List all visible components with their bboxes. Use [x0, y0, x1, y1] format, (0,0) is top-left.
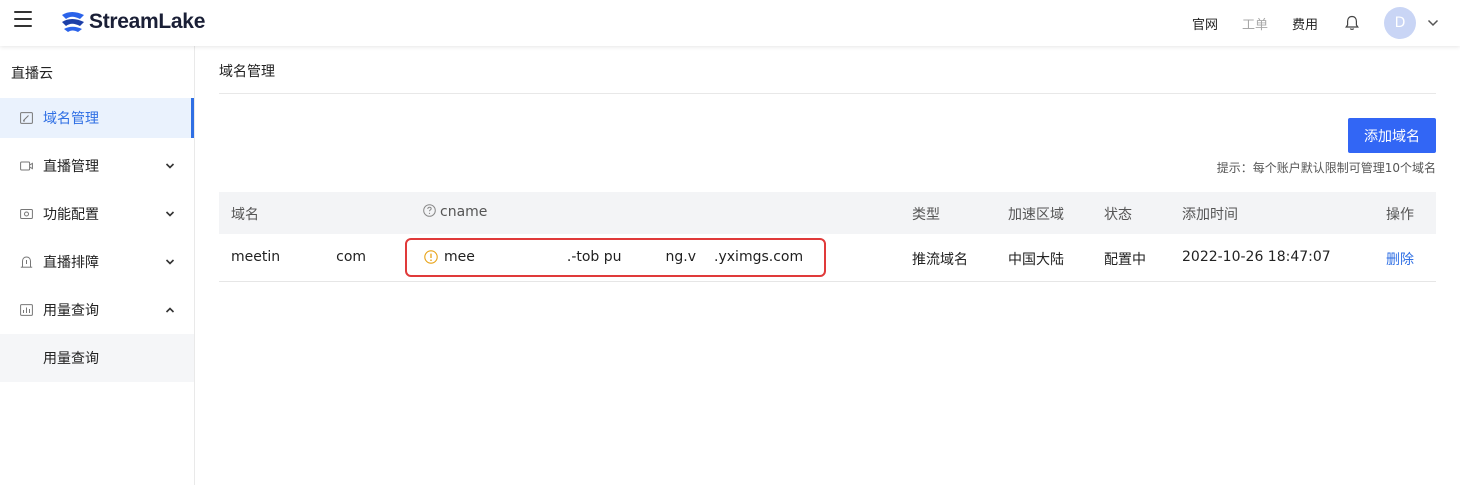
sidebar-subitem-usage-query[interactable]: 用量查询 — [0, 334, 194, 382]
domain-end-text: com — [336, 249, 367, 265]
sidebar-item-label: 域名管理 — [43, 111, 99, 127]
streamlake-logo-icon — [62, 12, 84, 32]
brand-name: StreamLake — [89, 10, 206, 33]
page-title: 域名管理 — [219, 64, 275, 80]
edit-icon — [20, 112, 33, 124]
column-header-status: 状态 — [1104, 207, 1132, 223]
chart-icon — [20, 304, 33, 316]
nav-official-site[interactable]: 官网 — [1192, 14, 1218, 33]
chevron-down-icon — [165, 211, 175, 217]
domain-table: 域名 cname 类型 加速区域 状态 添加时间 操作 meetin com me… — [219, 192, 1436, 282]
avatar[interactable]: D — [1384, 7, 1416, 39]
column-header-cname: cname — [423, 204, 487, 220]
config-icon — [20, 209, 33, 219]
status-cell: 配置中 — [1104, 252, 1146, 268]
delete-link[interactable]: 删除 — [1386, 249, 1414, 269]
video-icon — [20, 161, 33, 171]
region-cell: 中国大陆 — [1008, 252, 1064, 268]
table-row: meetin com mee .-tob pu ng.v .yximgs.com … — [219, 234, 1436, 282]
question-icon[interactable] — [423, 204, 436, 217]
chevron-down-icon[interactable] — [1426, 16, 1440, 30]
type-cell: 推流域名 — [912, 252, 968, 268]
brand-logo[interactable]: StreamLake — [60, 9, 205, 35]
table-header: 域名 cname 类型 加速区域 状态 添加时间 操作 — [219, 192, 1436, 234]
top-nav: 官网 工单 费用 D — [1192, 0, 1460, 46]
sidebar-item-label: 直播管理 — [43, 159, 99, 175]
divider — [219, 93, 1436, 94]
sidebar-item-feature-config[interactable]: 功能配置 — [0, 194, 194, 234]
column-header-domain: 域名 — [231, 207, 259, 223]
sidebar-item-label: 直播排障 — [43, 255, 99, 271]
chevron-down-icon — [165, 259, 175, 265]
top-bar: StreamLake 官网 工单 费用 D — [0, 0, 1460, 46]
sidebar-subitem-label: 用量查询 — [43, 351, 99, 367]
added-time-cell: 2022-10-26 18:47:07 — [1182, 249, 1331, 265]
sidebar-item-live-management[interactable]: 直播管理 — [0, 146, 194, 186]
sidebar-item-usage-query[interactable]: 用量查询 — [0, 290, 194, 330]
column-header-added-time: 添加时间 — [1182, 207, 1238, 223]
domain-limit-hint: 提示：每个账户默认限制可管理10个域名 — [1216, 161, 1436, 175]
nav-billing[interactable]: 费用 — [1292, 14, 1318, 33]
column-header-region: 加速区域 — [1008, 207, 1064, 223]
highlight-box — [405, 238, 826, 277]
troubleshoot-icon — [20, 256, 33, 268]
domain-cell: meetin com — [231, 249, 366, 265]
sidebar-item-domain-management[interactable]: 域名管理 — [0, 98, 194, 138]
sidebar: 直播云 域名管理 直播管理 功能配置 直播排障 用量查询 用量查询 — [0, 46, 195, 485]
sidebar-title: 直播云 — [11, 66, 53, 82]
column-header-action: 操作 — [1386, 207, 1414, 223]
sidebar-item-troubleshooting[interactable]: 直播排障 — [0, 242, 194, 282]
column-header-type: 类型 — [912, 207, 940, 223]
add-domain-button[interactable]: 添加域名 — [1348, 118, 1436, 153]
chevron-up-icon — [165, 307, 175, 313]
nav-tickets[interactable]: 工单 — [1242, 14, 1268, 33]
menu-icon[interactable] — [14, 11, 32, 27]
cname-header-label: cname — [440, 204, 488, 220]
sidebar-item-label: 用量查询 — [43, 303, 99, 319]
chevron-down-icon — [165, 163, 175, 169]
bell-icon[interactable] — [1344, 15, 1360, 31]
domain-start-text: meetin — [231, 249, 281, 265]
sidebar-item-label: 功能配置 — [43, 207, 99, 223]
